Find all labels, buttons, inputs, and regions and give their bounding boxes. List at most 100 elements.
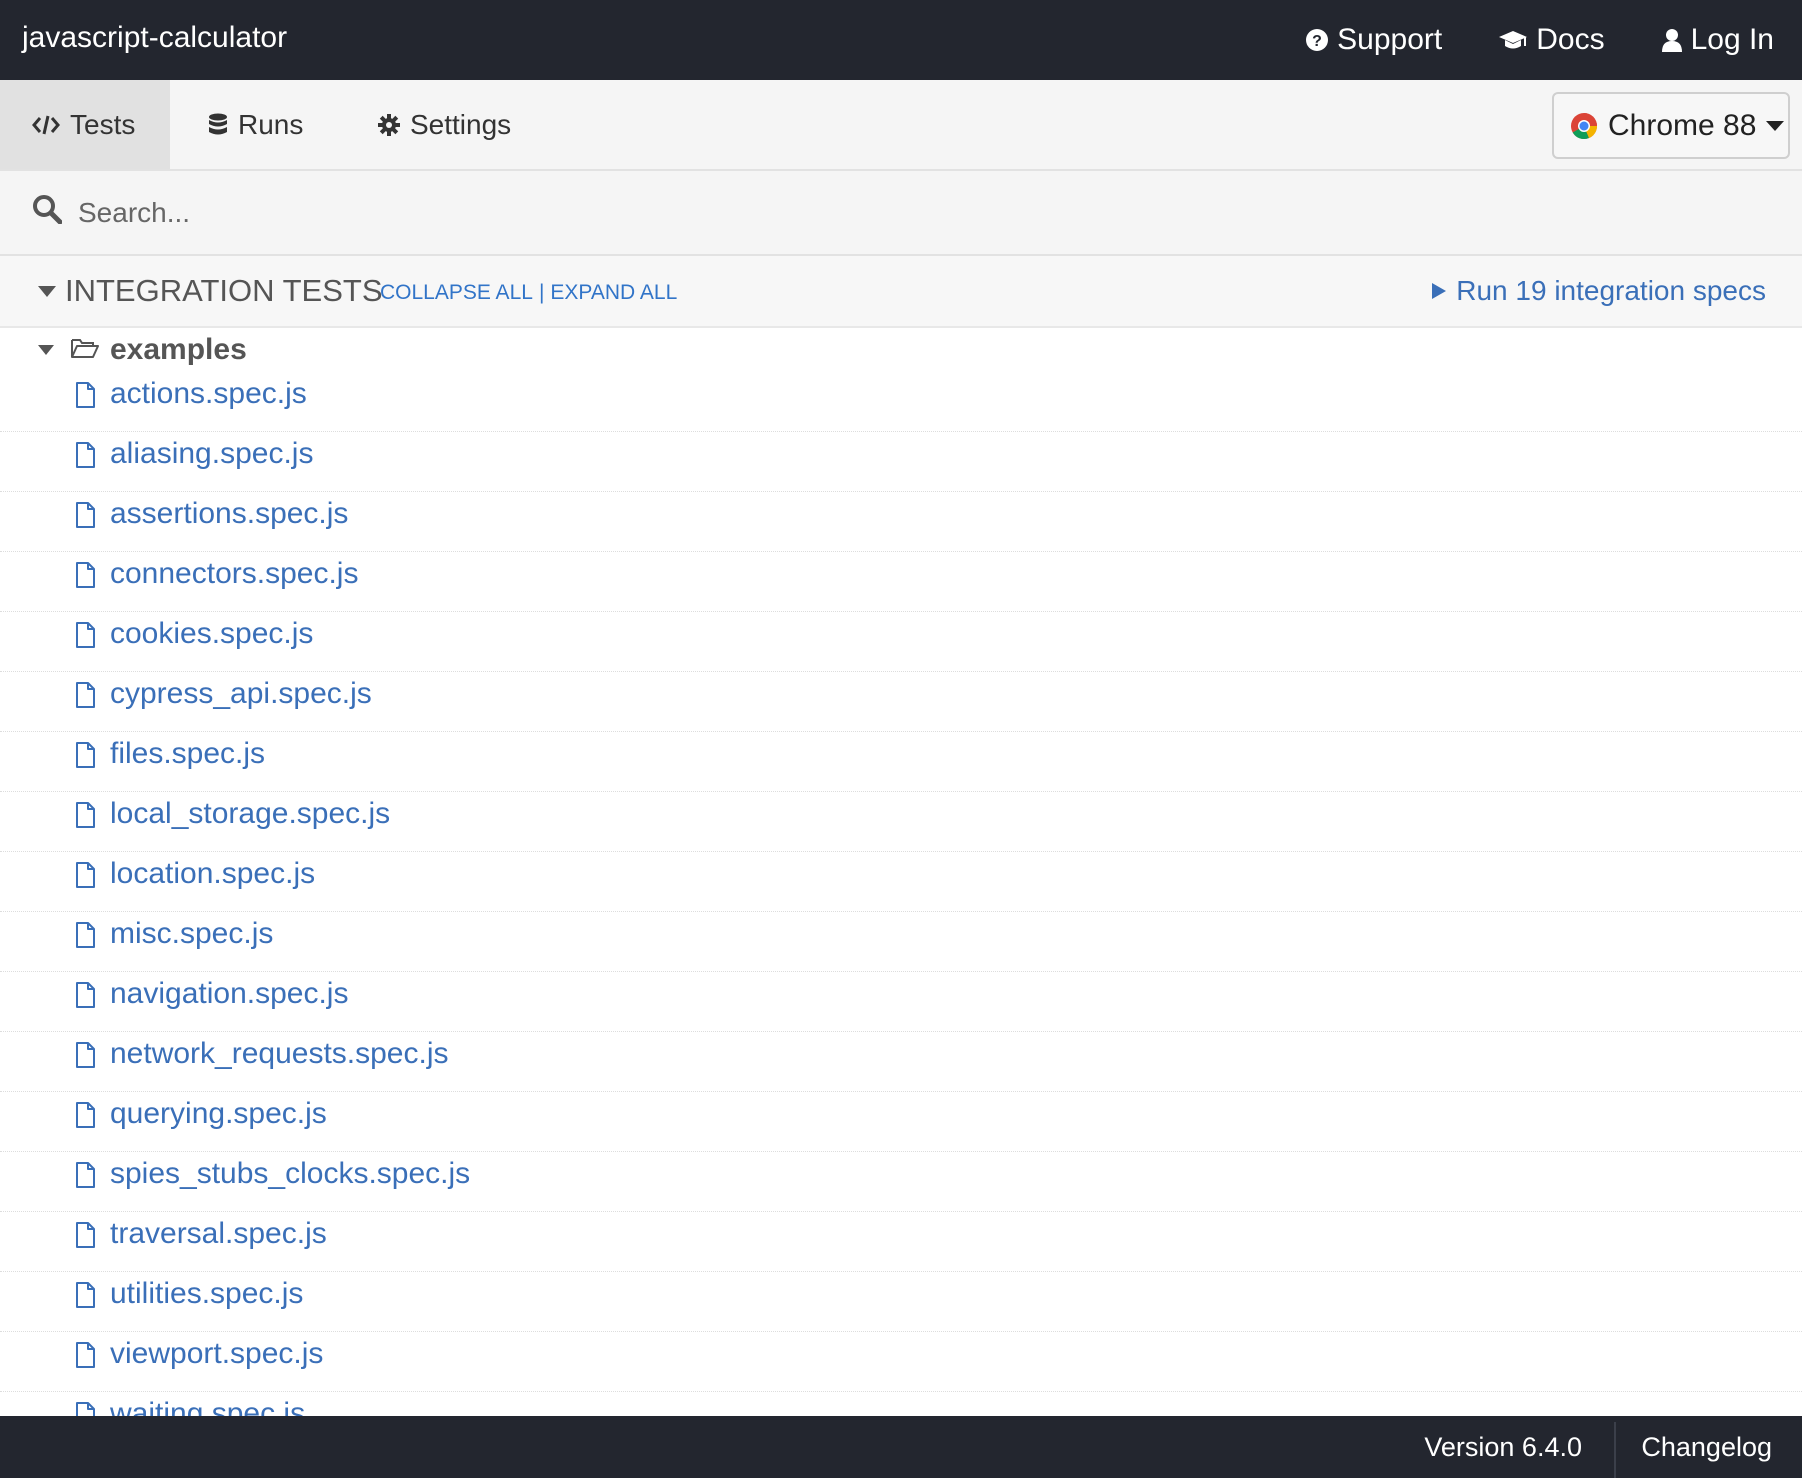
tab-settings[interactable]: Settings	[378, 80, 511, 169]
file-icon	[76, 502, 95, 528]
file-icon	[76, 682, 95, 708]
search-input[interactable]	[78, 187, 1678, 239]
file-icon	[76, 1042, 95, 1068]
spec-file-row[interactable]: aliasing.spec.js	[0, 432, 1802, 492]
folder-name: examples	[110, 333, 247, 366]
collapse-all-link[interactable]: COLLAPSE ALL	[380, 281, 533, 305]
file-icon	[76, 382, 95, 408]
links-separator: |	[538, 281, 545, 304]
spec-file-name: navigation.spec.js	[110, 977, 349, 1010]
tab-runs-label: Runs	[238, 108, 304, 140]
spec-file-row[interactable]: location.spec.js	[0, 852, 1802, 912]
gear-icon	[378, 113, 400, 136]
file-icon	[76, 862, 95, 888]
spec-file-name: traversal.spec.js	[110, 1217, 327, 1250]
search-bar	[0, 171, 1802, 256]
spec-file-row[interactable]: misc.spec.js	[0, 912, 1802, 972]
version-label[interactable]: Version 6.4.0	[1424, 1432, 1582, 1463]
integration-tests-title: INTEGRATION TESTS	[65, 273, 383, 308]
spec-file-name: assertions.spec.js	[110, 497, 349, 530]
spec-file-row[interactable]: spies_stubs_clocks.spec.js	[0, 1152, 1802, 1212]
file-icon	[76, 442, 95, 468]
spec-file-name: actions.spec.js	[110, 377, 307, 410]
cypress-app: javascript-calculator ? Support Docs Log…	[0, 0, 1802, 1478]
search-icon	[33, 195, 62, 224]
file-icon	[76, 982, 95, 1008]
spec-file-row[interactable]: cypress_api.spec.js	[0, 672, 1802, 732]
spec-file-row[interactable]: utilities.spec.js	[0, 1272, 1802, 1332]
spec-file-row[interactable]: viewport.spec.js	[0, 1332, 1802, 1392]
run-all-specs-label: Run 19 integration specs	[1456, 275, 1766, 306]
support-label: Support	[1337, 23, 1443, 56]
folder-open-icon	[71, 339, 99, 358]
spec-file-name: viewport.spec.js	[110, 1337, 324, 1370]
project-title: javascript-calculator	[22, 21, 288, 54]
run-all-specs-button[interactable]: Run 19 integration specs	[1432, 275, 1766, 307]
file-icon	[76, 1282, 95, 1308]
spec-tree: examples actions.spec.js aliasing.spec.j…	[0, 328, 1802, 1416]
collapse-expand-links: COLLAPSE ALL | EXPAND ALL	[380, 281, 677, 305]
browser-label: Chrome 88	[1608, 108, 1757, 142]
docs-link[interactable]: Docs	[1498, 23, 1605, 57]
spec-file-row[interactable]: cookies.spec.js	[0, 612, 1802, 672]
file-icon	[76, 1102, 95, 1128]
support-link[interactable]: ? Support	[1305, 23, 1442, 57]
header-links: ? Support Docs Log In	[1249, 0, 1774, 80]
graduation-cap-icon	[1499, 31, 1528, 49]
spec-file-row[interactable]: querying.spec.js	[0, 1092, 1802, 1152]
file-icon	[76, 1342, 95, 1368]
spec-file-row[interactable]: assertions.spec.js	[0, 492, 1802, 552]
spec-file-name: querying.spec.js	[110, 1097, 327, 1130]
spec-file-name: local_storage.spec.js	[110, 797, 391, 830]
tab-settings-label: Settings	[410, 108, 512, 140]
file-icon	[76, 1162, 95, 1188]
login-label: Log In	[1690, 23, 1774, 56]
integration-tests-header: INTEGRATION TESTS COLLAPSE ALL | EXPAND …	[0, 256, 1802, 328]
spec-file-name: waiting.spec.js	[110, 1397, 306, 1416]
footer-divider	[1614, 1422, 1616, 1478]
file-icon	[76, 622, 95, 648]
spec-file-name: spies_stubs_clocks.spec.js	[110, 1157, 471, 1190]
spec-file-name: network_requests.spec.js	[110, 1037, 449, 1070]
chrome-icon	[1571, 112, 1597, 139]
spec-file-name: files.spec.js	[110, 737, 266, 770]
spec-file-name: aliasing.spec.js	[110, 437, 314, 470]
tab-tests-label: Tests	[70, 108, 136, 140]
spec-file-name: utilities.spec.js	[110, 1277, 304, 1310]
spec-file-row[interactable]: connectors.spec.js	[0, 552, 1802, 612]
svg-text:?: ?	[1312, 33, 1322, 50]
spec-file-name: connectors.spec.js	[110, 557, 359, 590]
login-link[interactable]: Log In	[1661, 23, 1774, 57]
file-icon	[76, 1402, 95, 1416]
spec-file-row[interactable]: actions.spec.js	[0, 372, 1802, 432]
top-header: javascript-calculator ? Support Docs Log…	[0, 0, 1802, 80]
spec-file-row[interactable]: navigation.spec.js	[0, 972, 1802, 1032]
file-icon	[76, 1222, 95, 1248]
spec-file-row[interactable]: waiting.spec.js	[0, 1392, 1802, 1416]
browser-dropdown[interactable]: Chrome 88	[1552, 92, 1790, 159]
chevron-down-icon	[1766, 120, 1785, 131]
file-icon	[76, 742, 95, 768]
user-icon	[1661, 29, 1682, 52]
database-icon	[209, 113, 227, 134]
spec-file-row[interactable]: files.spec.js	[0, 732, 1802, 792]
spec-file-row[interactable]: local_storage.spec.js	[0, 792, 1802, 852]
tab-runs[interactable]: Runs	[208, 80, 303, 169]
expand-all-link[interactable]: EXPAND ALL	[550, 281, 677, 305]
play-icon	[1432, 283, 1447, 299]
spec-file-list: actions.spec.js aliasing.spec.js asserti…	[0, 372, 1802, 1416]
footer-bar: Version 6.4.0 Changelog	[0, 1416, 1802, 1478]
tab-tests[interactable]: Tests	[0, 80, 170, 169]
file-icon	[76, 922, 95, 948]
code-icon	[32, 115, 60, 134]
spec-file-name: cookies.spec.js	[110, 617, 314, 650]
caret-down-icon	[38, 345, 54, 355]
folder-row[interactable]: examples	[0, 328, 1802, 372]
caret-down-icon[interactable]	[38, 286, 56, 297]
file-icon	[76, 562, 95, 588]
spec-file-row[interactable]: traversal.spec.js	[0, 1212, 1802, 1272]
spec-file-row[interactable]: network_requests.spec.js	[0, 1032, 1802, 1092]
changelog-link[interactable]: Changelog	[1641, 1432, 1772, 1463]
spec-file-name: location.spec.js	[110, 857, 316, 890]
spec-file-name: misc.spec.js	[110, 917, 274, 950]
